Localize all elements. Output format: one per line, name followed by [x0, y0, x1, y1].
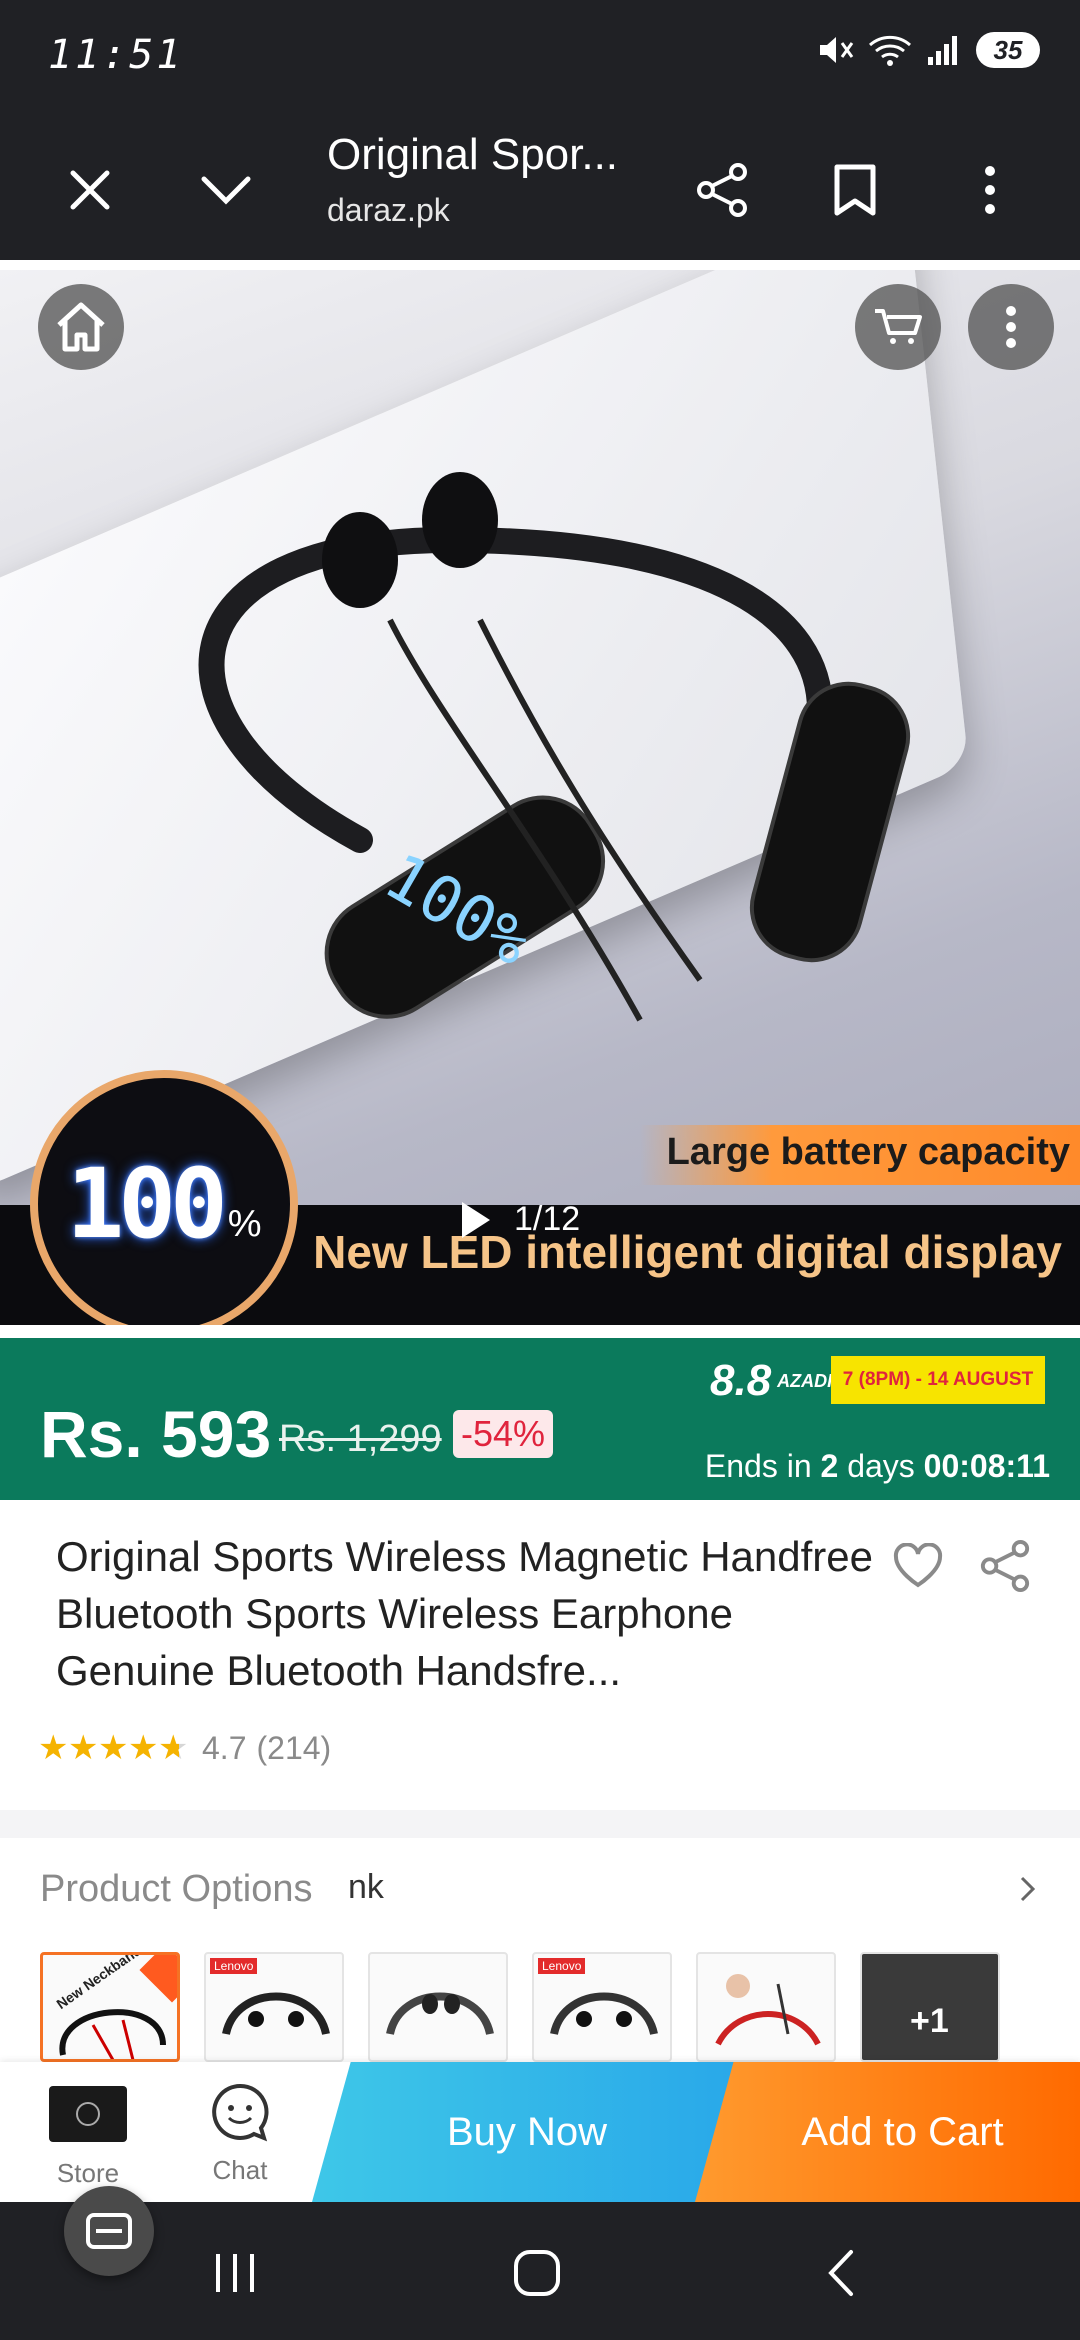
mute-icon: [816, 33, 854, 67]
product-info: Original Sports Wireless Magnetic Handfr…: [0, 1500, 1080, 1810]
more-vert-icon[interactable]: [950, 150, 1030, 230]
buy-now-button[interactable]: Buy Now: [312, 2062, 742, 2202]
back-icon[interactable]: [795, 2238, 885, 2308]
recents-icon[interactable]: [190, 2238, 280, 2308]
earphone-icon: [715, 1974, 821, 2046]
star-icon: ★: [68, 1729, 99, 1767]
signal-icon: [926, 33, 962, 67]
store-logo-icon: [49, 2086, 127, 2142]
rating[interactable]: ★ ★ ★ ★ ★ 4.7 (214): [38, 1728, 331, 1768]
home-nav-icon[interactable]: [492, 2238, 582, 2308]
floating-window-icon[interactable]: [64, 2186, 154, 2276]
battery-caption-strip: Large battery capacity: [640, 1125, 1080, 1185]
more-count: +1: [910, 2002, 949, 2040]
option-thumb[interactable]: [368, 1952, 508, 2062]
badge-number: 100: [66, 1148, 227, 1260]
chevron-right-icon[interactable]: [1018, 1874, 1038, 1909]
option-thumb[interactable]: Lenovo: [532, 1952, 672, 2062]
badge-unit: %: [227, 1202, 262, 1245]
sale-dates: 7 (8PM) - 14 AUGUST: [831, 1356, 1045, 1404]
share-icon[interactable]: [975, 1536, 1035, 1596]
current-price: Rs. 593: [40, 1397, 272, 1471]
store-label: Store: [56, 2158, 120, 2188]
star-icon: ★: [38, 1729, 69, 1767]
battery-badge: 100 %: [30, 1070, 298, 1325]
close-icon[interactable]: [50, 150, 130, 230]
more-vert-icon[interactable]: [968, 284, 1054, 370]
browser-toolbar: Original Spor... daraz.pk: [0, 110, 1080, 260]
carousel-index: 1/12: [514, 1200, 581, 1238]
home-icon[interactable]: [38, 284, 124, 370]
option-thumb[interactable]: New Neckband: [40, 1952, 180, 2062]
system-nav-bar: [0, 2202, 1080, 2340]
discount-badge: -54%: [453, 1410, 554, 1458]
half-star-icon: ★: [158, 1729, 189, 1767]
bookmark-icon[interactable]: [815, 150, 895, 230]
heart-icon[interactable]: [888, 1536, 948, 1596]
ends-mid: days: [838, 1448, 924, 1484]
chevron-down-icon[interactable]: [186, 150, 266, 230]
option-thumb[interactable]: [696, 1952, 836, 2062]
earphone-icon: [222, 1992, 330, 2036]
star-icon: ★: [98, 1729, 129, 1767]
battery-icon: 35: [976, 32, 1040, 68]
product-image-carousel[interactable]: 100% Large battery capacity New LED inte…: [0, 270, 1080, 1325]
led-caption: New LED intelligent digital display: [313, 1226, 1062, 1278]
chat-icon: [212, 2083, 269, 2142]
options-selected: nk: [348, 1868, 384, 1906]
earphones-image: 100%: [198, 472, 911, 1022]
add-to-cart-button[interactable]: Add to Cart: [695, 2062, 1080, 2202]
bottom-action-bar: Store Chat Buy Now Add to Cart: [0, 2062, 1080, 2202]
thumb-tag-text: Lenovo: [538, 1958, 586, 1974]
price-banner: Rs. 593 Rs. 1,299 -54% 8.8 AZADI SALE 7 …: [0, 1338, 1080, 1500]
status-bar: 11:51 35: [0, 0, 1080, 110]
battery-caption: Large battery capacity: [666, 1131, 1070, 1173]
rating-value: 4.7: [202, 1729, 247, 1766]
earphone-icon: [59, 2009, 166, 2059]
status-icons: 35: [816, 32, 1040, 68]
option-thumbnails: New Neckband Lenovo Lenovo +1: [40, 1952, 1000, 2062]
page-title[interactable]: Original Spor...: [327, 130, 618, 180]
carousel-counter[interactable]: 1/12: [462, 1200, 580, 1239]
ends-time: 00:08:11: [923, 1448, 1050, 1484]
page-url[interactable]: daraz.pk: [327, 192, 450, 229]
ends-days: 2: [820, 1448, 839, 1484]
play-icon[interactable]: [462, 1201, 490, 1238]
star-icon: ★: [128, 1729, 159, 1767]
original-price: Rs. 1,299: [279, 1418, 442, 1460]
divider: [0, 260, 1080, 270]
section-divider: [0, 1810, 1080, 1838]
option-thumb-more[interactable]: +1: [860, 1952, 1000, 2062]
sale-countdown: Ends in 2 days 00:08:11: [705, 1448, 1050, 1485]
chat-button[interactable]: Chat: [180, 2082, 300, 2202]
share-icon[interactable]: [682, 150, 762, 230]
store-button[interactable]: Store: [24, 2072, 152, 2192]
options-label: Product Options: [40, 1868, 313, 1910]
earphone-icon: [550, 1992, 658, 2036]
status-time: 11:51: [48, 32, 184, 78]
earphone-icon: [386, 1992, 494, 2036]
option-thumb[interactable]: Lenovo: [204, 1952, 344, 2062]
sale-logo-number: 8.8: [710, 1356, 772, 1405]
product-options[interactable]: Product Options nk New Neckband Lenovo L…: [0, 1838, 1080, 2062]
ends-prefix: Ends in: [704, 1448, 821, 1484]
chat-label: Chat: [212, 2155, 268, 2185]
rating-count: (214): [256, 1729, 332, 1766]
product-title: Original Sports Wireless Magnetic Handfr…: [56, 1533, 873, 1694]
thumb-tag-text: Lenovo: [210, 1958, 258, 1974]
wifi-icon: [868, 33, 912, 67]
cart-icon[interactable]: [855, 284, 941, 370]
